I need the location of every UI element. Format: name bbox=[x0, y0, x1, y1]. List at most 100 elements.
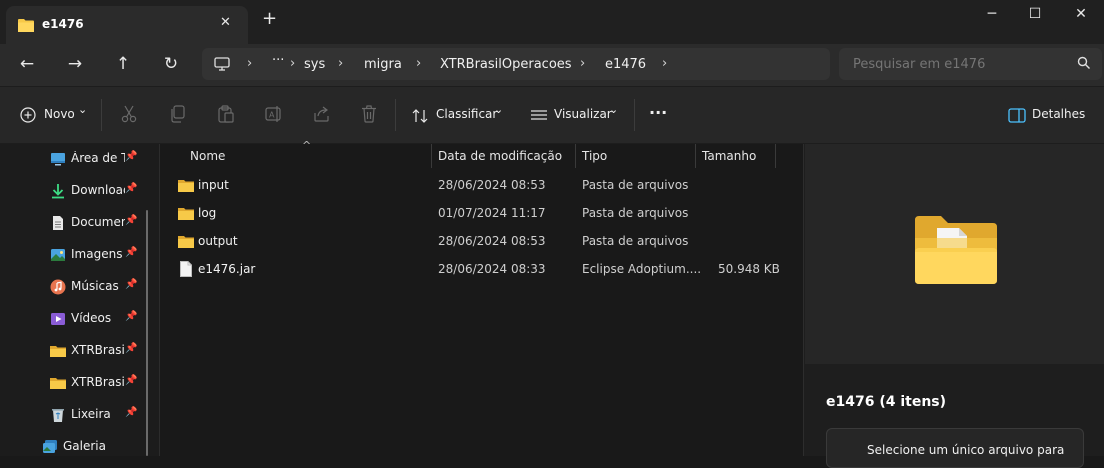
desktop-icon bbox=[51, 153, 65, 166]
sidebar-item-documents[interactable]: Documentos 📌 bbox=[48, 211, 148, 235]
sidebar-item-label: Área de Trabalho bbox=[71, 151, 125, 165]
column-header-type[interactable]: Tipo bbox=[582, 149, 607, 163]
image-icon bbox=[51, 249, 65, 261]
sort-button[interactable]: Classificar bbox=[436, 107, 497, 121]
file-type: Eclipse Adoptium.... bbox=[582, 262, 702, 276]
file-type: Pasta de arquivos bbox=[582, 234, 689, 248]
file-type: Pasta de arquivos bbox=[582, 178, 689, 192]
cut-icon[interactable] bbox=[121, 105, 137, 123]
column-divider[interactable] bbox=[575, 144, 576, 168]
sidebar-item-gallery[interactable]: Galeria bbox=[40, 435, 140, 459]
table-row[interactable]: e1476.jar 28/06/2024 08:33 Eclipse Adopt… bbox=[170, 256, 790, 284]
breadcrumb-separator[interactable]: › bbox=[290, 56, 295, 71]
details-pane-icon[interactable] bbox=[1008, 108, 1026, 123]
view-button[interactable]: Visualizar bbox=[554, 107, 612, 121]
pin-icon[interactable]: 📌 bbox=[125, 375, 137, 386]
breadcrumb-item-migra[interactable]: migra bbox=[364, 57, 402, 72]
table-row[interactable]: log 01/07/2024 11:17 Pasta de arquivos bbox=[170, 200, 790, 228]
monitor-icon[interactable] bbox=[214, 57, 230, 71]
toolbar-divider bbox=[634, 99, 635, 131]
new-button[interactable]: Novo bbox=[44, 107, 75, 121]
file-name: e1476.jar bbox=[198, 262, 256, 276]
view-icon[interactable] bbox=[530, 109, 548, 123]
file-date: 28/06/2024 08:33 bbox=[438, 262, 546, 276]
search-input[interactable] bbox=[839, 48, 1069, 80]
pin-icon[interactable]: 📌 bbox=[125, 311, 137, 322]
more-options-button[interactable]: ··· bbox=[649, 103, 667, 122]
breadcrumb-item-xtrbrasiloperacoes[interactable]: XTRBrasilOperacoes bbox=[440, 57, 572, 72]
tab-e1476[interactable]: e1476 ✕ bbox=[6, 6, 248, 44]
sidebar-item-xtrbrasiloperacoes[interactable]: XTRBrasilOperacoes 📌 bbox=[48, 371, 148, 395]
table-row[interactable]: input 28/06/2024 08:53 Pasta de arquivos bbox=[170, 172, 790, 200]
maximize-button[interactable]: ☐ bbox=[1015, 6, 1055, 26]
file-name: input bbox=[198, 178, 229, 192]
sidebar-item-videos[interactable]: Vídeos 📌 bbox=[48, 307, 148, 331]
sidebar-item-pictures[interactable]: Imagens 📌 bbox=[48, 243, 148, 267]
search-icon[interactable] bbox=[1077, 56, 1091, 70]
up-button[interactable]: ↑ bbox=[108, 52, 138, 78]
sidebar-item-recycle-bin[interactable]: Lixeira 📌 bbox=[48, 403, 148, 427]
navigation-pane: Área de Trabalho 📌 Downloads 📌 Documento… bbox=[0, 144, 160, 456]
chevron-down-icon[interactable]: ⌄ bbox=[494, 103, 503, 116]
rename-icon[interactable]: A bbox=[265, 105, 283, 123]
pin-icon[interactable]: 📌 bbox=[125, 247, 137, 258]
close-tab-icon[interactable]: ✕ bbox=[220, 15, 231, 30]
pin-icon[interactable]: 📌 bbox=[125, 151, 137, 162]
sidebar-item-desktop[interactable]: Área de Trabalho 📌 bbox=[48, 147, 148, 171]
plus-circle-icon[interactable] bbox=[20, 107, 36, 123]
breadcrumb-separator[interactable]: › bbox=[580, 56, 585, 71]
copy-icon[interactable] bbox=[170, 105, 186, 123]
folder-icon bbox=[50, 346, 66, 357]
table-row[interactable]: output 28/06/2024 08:53 Pasta de arquivo… bbox=[170, 228, 790, 256]
pin-icon[interactable]: 📌 bbox=[125, 343, 137, 354]
sidebar-item-music[interactable]: Músicas 📌 bbox=[48, 275, 148, 299]
details-title: e1476 (4 itens) bbox=[826, 394, 947, 410]
sidebar-item-label: Vídeos bbox=[71, 311, 112, 325]
new-tab-button[interactable]: + bbox=[262, 10, 277, 28]
forward-button[interactable]: → bbox=[60, 52, 90, 78]
column-header-name[interactable]: Nome bbox=[190, 149, 225, 163]
details-preview bbox=[805, 144, 1104, 364]
video-icon bbox=[51, 313, 65, 325]
breadcrumb-separator[interactable]: › bbox=[247, 56, 252, 71]
sidebar-item-label: XTRBrasilOperacoes bbox=[71, 343, 125, 357]
breadcrumb-separator[interactable]: › bbox=[416, 56, 421, 71]
details-button[interactable]: Detalhes bbox=[1032, 107, 1085, 121]
file-date: 28/06/2024 08:53 bbox=[438, 234, 546, 248]
column-divider[interactable] bbox=[695, 144, 696, 168]
breadcrumb-item-sys[interactable]: sys bbox=[304, 57, 325, 72]
chevron-down-icon[interactable]: ⌄ bbox=[609, 103, 618, 116]
toolbar-divider bbox=[395, 99, 396, 131]
pin-icon[interactable]: 📌 bbox=[125, 407, 137, 418]
breadcrumb-separator[interactable]: › bbox=[662, 56, 667, 71]
chevron-down-icon[interactable]: ⌄ bbox=[78, 103, 87, 116]
refresh-button[interactable]: ↻ bbox=[156, 52, 186, 78]
details-pane: e1476 (4 itens) Selecione um único arqui… bbox=[803, 144, 1104, 468]
search-box[interactable] bbox=[839, 48, 1102, 80]
sidebar-scrollbar[interactable] bbox=[146, 210, 148, 456]
column-divider[interactable] bbox=[775, 144, 776, 168]
sidebar-item-xtrbrasiloperacoes[interactable]: XTRBrasilOperacoes 📌 bbox=[48, 339, 148, 363]
pin-icon[interactable]: 📌 bbox=[125, 183, 137, 194]
column-divider[interactable] bbox=[431, 144, 432, 168]
sidebar-item-downloads[interactable]: Downloads 📌 bbox=[48, 179, 148, 203]
back-button[interactable]: ← bbox=[12, 52, 42, 78]
share-icon[interactable] bbox=[313, 105, 331, 123]
paste-icon[interactable] bbox=[218, 105, 234, 123]
breadcrumb-ellipsis[interactable]: ··· bbox=[272, 53, 284, 68]
document-icon bbox=[53, 216, 63, 230]
details-hint-card: Selecione um único arquivo para bbox=[826, 428, 1084, 468]
pin-icon[interactable]: 📌 bbox=[125, 215, 137, 226]
column-header-date[interactable]: Data de modificação bbox=[438, 149, 562, 163]
minimize-button[interactable]: ─ bbox=[972, 6, 1012, 26]
breadcrumb-separator[interactable]: › bbox=[338, 56, 343, 71]
sort-icon[interactable] bbox=[412, 108, 428, 124]
breadcrumb[interactable]: › ··· › sys › migra › XTRBrasilOperacoes… bbox=[202, 48, 830, 80]
delete-icon[interactable] bbox=[361, 105, 377, 123]
file-size: 50.948 KB bbox=[718, 262, 780, 276]
close-window-button[interactable]: ✕ bbox=[1061, 6, 1101, 26]
breadcrumb-item-e1476[interactable]: e1476 bbox=[605, 57, 646, 72]
column-header-size[interactable]: Tamanho bbox=[702, 149, 756, 163]
pin-icon[interactable]: 📌 bbox=[125, 279, 137, 290]
folder-icon bbox=[178, 180, 194, 192]
